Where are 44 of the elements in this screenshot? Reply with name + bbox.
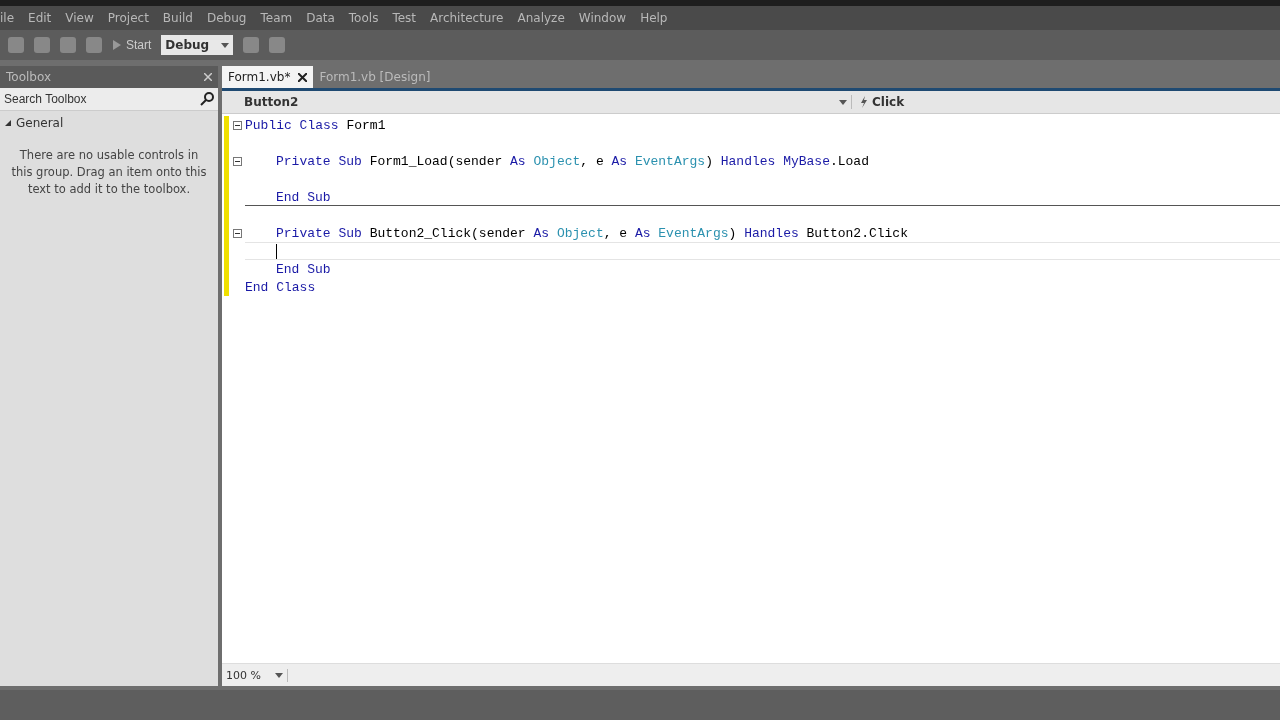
menu-item[interactable]: Edit — [28, 11, 52, 25]
play-icon — [112, 39, 122, 51]
event-dropdown[interactable]: Click — [852, 95, 905, 109]
toolbox-group[interactable]: General — [0, 111, 218, 135]
lightning-icon — [860, 96, 868, 108]
caret-icon — [221, 42, 230, 48]
menu-item[interactable]: Debug — [207, 11, 247, 25]
empty-message: There are no usable controls in this group. Drag an item onto this text to add it to the toolbox. — [10, 147, 208, 198]
collapse-icon[interactable] — [232, 228, 242, 238]
menu-item[interactable]: ile — [0, 11, 15, 25]
menu-item[interactable]: Window — [578, 11, 627, 25]
document-tab[interactable]: Form1.vb* — [222, 66, 314, 88]
code-line: Private Sub Button2_Click(sender As Object, e As EventArgs) Handles Button2.Click — [275, 224, 909, 242]
caret-icon — [274, 672, 283, 678]
caret-icon — [839, 99, 847, 105]
menu-item[interactable]: Analyze — [517, 11, 565, 25]
menu-item[interactable]: Tools — [348, 11, 379, 25]
search-box[interactable]: Search Toolbox — [0, 88, 218, 111]
start-button[interactable]: Start — [112, 38, 152, 52]
menu-item[interactable]: View — [65, 11, 94, 25]
code-line: End Class — [245, 278, 317, 296]
menu-item[interactable]: Build — [162, 11, 193, 25]
object-dropdown[interactable]: Button2 — [222, 95, 852, 109]
menu-item[interactable]: Project — [107, 11, 149, 25]
menu-item[interactable]: Test — [392, 11, 417, 25]
code-line: End Sub — [275, 260, 332, 278]
menu-item[interactable]: Architecture — [430, 11, 504, 25]
menu-item[interactable]: Data — [306, 11, 335, 25]
menu-item[interactable]: Team — [260, 11, 293, 25]
menu-item[interactable]: Help — [640, 11, 668, 25]
code-line: End Sub — [245, 188, 1280, 206]
code-line: Public Class Form1 — [245, 116, 387, 134]
code-line: Private Sub Form1_Load(sender As Object, e As EventArgs) Handles MyBase.Load — [275, 152, 870, 170]
expand-icon — [4, 119, 12, 127]
search-field[interactable]: Search Toolbox — [4, 92, 164, 106]
panel-title: Toolbox — [6, 70, 51, 84]
collapse-icon[interactable] — [232, 156, 242, 166]
collapse-icon[interactable] — [232, 120, 242, 130]
configuration-dropdown[interactable]: Debug — [161, 35, 234, 55]
search-icon[interactable] — [200, 92, 214, 106]
document-tab[interactable]: Form1.vb [Design] — [313, 66, 437, 88]
zoom-dropdown[interactable]: 100 % — [222, 668, 288, 682]
close-icon[interactable] — [298, 72, 308, 82]
text-cursor — [276, 243, 277, 259]
